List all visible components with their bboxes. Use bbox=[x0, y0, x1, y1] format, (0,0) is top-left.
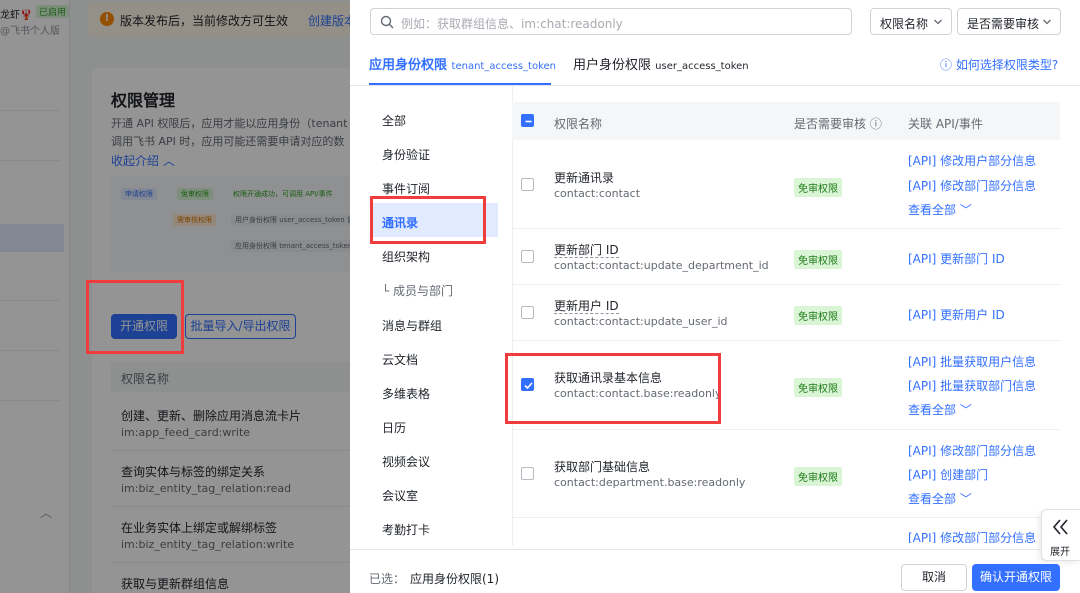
permission-code: contact:department.base:readonly bbox=[554, 476, 746, 489]
selected-value[interactable]: 应用身份权限(1) bbox=[410, 570, 499, 587]
cancel-button[interactable]: 取消 bbox=[901, 564, 967, 591]
free-review-badge: 免审权限 bbox=[794, 306, 842, 325]
highlight-box-open-button bbox=[86, 280, 184, 354]
search-placeholder: 例如：获取群组信息、im:chat:readonly bbox=[401, 17, 623, 31]
category-item[interactable]: 日历 bbox=[382, 419, 406, 436]
tab-divider bbox=[350, 85, 1080, 86]
api-link-clipped[interactable]: [API] 修改部门部分信息 bbox=[908, 531, 1048, 543]
category-item[interactable]: 多维表格 bbox=[382, 385, 430, 402]
select-all-checkbox[interactable] bbox=[521, 114, 534, 127]
permission-name: 更新通讯录 bbox=[554, 171, 615, 185]
category-item[interactable]: 会议室 bbox=[382, 487, 418, 504]
chevron-down-icon: ﹀ bbox=[959, 492, 972, 506]
category-item[interactable]: 消息与群组 bbox=[382, 317, 442, 334]
expand-label: 展开 bbox=[1050, 547, 1070, 558]
col-permission-name: 权限名称 bbox=[554, 117, 603, 131]
permission-code: contact:contact bbox=[554, 187, 641, 200]
row-divider bbox=[512, 340, 1060, 341]
free-review-badge: 免审权限 bbox=[794, 378, 842, 397]
permission-name: 更新用户 ID bbox=[554, 299, 619, 314]
filter-review-dropdown[interactable]: 是否需要审核 bbox=[957, 8, 1061, 35]
permission-name: 获取部门基础信息 bbox=[554, 460, 651, 474]
filter-label: 权限名称 bbox=[880, 17, 929, 31]
double-chevron-left-icon bbox=[1052, 519, 1068, 535]
api-link[interactable]: [API] 更新部门 ID bbox=[908, 250, 1005, 267]
category-item[interactable]: 视频会议 bbox=[382, 453, 430, 470]
row-checkbox[interactable] bbox=[521, 467, 534, 480]
api-link[interactable]: [API] 创建部门 bbox=[908, 466, 988, 483]
permission-drawer: 例如：获取群组信息、im:chat:readonly 权限名称 是否需要审核 应… bbox=[350, 0, 1080, 593]
category-divider bbox=[512, 86, 513, 546]
api-link[interactable]: [API] 批量获取用户信息 bbox=[908, 353, 1036, 370]
question-icon: ⓘ bbox=[940, 58, 953, 72]
tab-label: 用户身份权限 bbox=[573, 58, 652, 73]
category-subitem[interactable]: └ 成员与部门 bbox=[382, 282, 453, 299]
free-review-badge: 免审权限 bbox=[794, 467, 842, 486]
col-review: 是否需要审核 ⓘ bbox=[794, 117, 882, 131]
row-checkbox[interactable] bbox=[521, 250, 534, 263]
tab-sub: user_access_token bbox=[655, 61, 749, 72]
search-input[interactable]: 例如：获取群组信息、im:chat:readonly bbox=[370, 8, 852, 35]
category-item[interactable]: 考勤打卡 bbox=[382, 521, 430, 538]
permission-code: contact:contact:update_department_id bbox=[554, 259, 769, 272]
expand-panel-button[interactable]: 展开 bbox=[1041, 509, 1080, 561]
api-link[interactable]: [API] 修改部门部分信息 bbox=[908, 442, 1036, 459]
tab-app-identity[interactable]: 应用身份权限 tenant_access_token bbox=[369, 54, 556, 73]
api-link[interactable]: [API] 更新用户 ID bbox=[908, 306, 1005, 323]
permission-name: 更新部门 ID bbox=[554, 243, 619, 258]
tab-label: 应用身份权限 bbox=[369, 58, 448, 73]
highlight-box-contacts bbox=[370, 196, 486, 244]
row-checkbox[interactable] bbox=[521, 178, 534, 191]
question-icon: ⓘ bbox=[869, 117, 882, 131]
view-all-link[interactable]: 查看全部 ﹀ bbox=[908, 401, 972, 418]
category-item[interactable]: 云文档 bbox=[382, 351, 418, 368]
tab-user-identity[interactable]: 用户身份权限 user_access_token bbox=[573, 54, 749, 73]
footer-divider bbox=[350, 549, 1080, 550]
row-divider bbox=[512, 228, 1060, 229]
category-item[interactable]: 组织架构 bbox=[382, 248, 430, 265]
category-item[interactable]: 身份验证 bbox=[382, 146, 430, 163]
help-link[interactable]: ⓘ 如何选择权限类型? bbox=[940, 56, 1058, 73]
permission-code: contact:contact:update_user_id bbox=[554, 315, 728, 328]
search-icon bbox=[380, 15, 394, 29]
api-link[interactable]: [API] 修改部门部分信息 bbox=[908, 531, 1036, 543]
highlight-box-row bbox=[505, 353, 721, 424]
category-item[interactable]: 事件订阅 bbox=[382, 180, 430, 197]
row-divider bbox=[512, 429, 1060, 430]
free-review-badge: 免审权限 bbox=[794, 250, 842, 269]
view-all-link[interactable]: 查看全部 ﹀ bbox=[908, 201, 972, 218]
chevron-down-icon: ﹀ bbox=[959, 203, 972, 217]
help-label: 如何选择权限类型? bbox=[955, 58, 1059, 72]
selected-label: 已选： bbox=[369, 572, 406, 586]
api-link[interactable]: [API] 修改用户部分信息 bbox=[908, 152, 1036, 169]
col-related-api: 关联 API/事件 bbox=[908, 117, 983, 131]
filter-label: 是否需要审核 bbox=[967, 17, 1040, 31]
category-item[interactable]: 全部 bbox=[382, 112, 406, 129]
row-divider bbox=[512, 284, 1060, 285]
filter-permission-name-dropdown[interactable]: 权限名称 bbox=[870, 8, 952, 35]
row-divider bbox=[512, 517, 1060, 518]
free-review-badge: 免审权限 bbox=[794, 178, 842, 197]
api-link[interactable]: [API] 批量获取部门信息 bbox=[908, 377, 1036, 394]
api-link[interactable]: [API] 修改部门部分信息 bbox=[908, 177, 1036, 194]
chevron-down-icon bbox=[934, 19, 942, 25]
confirm-open-button[interactable]: 确认开通权限 bbox=[972, 564, 1060, 591]
chevron-down-icon bbox=[1043, 19, 1051, 25]
view-all-link[interactable]: 查看全部 ﹀ bbox=[908, 490, 972, 507]
row-checkbox[interactable] bbox=[521, 306, 534, 319]
chevron-down-icon: ﹀ bbox=[959, 403, 972, 417]
tab-sub: tenant_access_token bbox=[451, 61, 557, 72]
